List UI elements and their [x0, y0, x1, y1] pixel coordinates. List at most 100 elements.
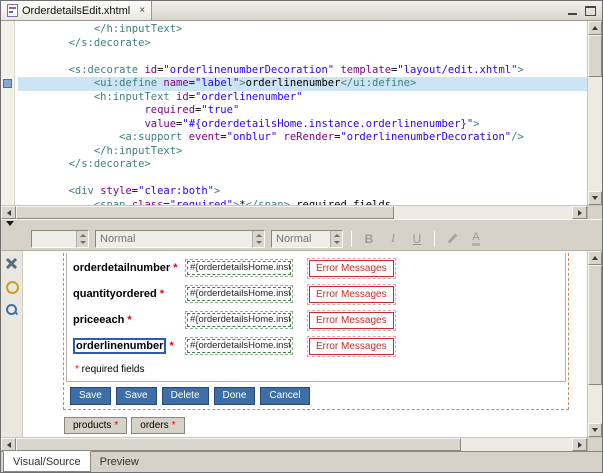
code-token: <div	[18, 185, 100, 197]
magnifier-icon[interactable]	[4, 302, 19, 317]
tab-preview[interactable]: Preview	[91, 452, 148, 472]
code-line[interactable]: </s:decorate>	[18, 37, 587, 51]
input-field[interactable]: #{orderdetailsHome.instan	[187, 339, 291, 353]
maximize-icon[interactable]	[584, 5, 597, 17]
combo-spinner-icon[interactable]	[252, 231, 264, 247]
visual-design-canvas[interactable]: orderdetailnumber *#{orderdetailsHome.in…	[23, 251, 587, 437]
code-token: id	[176, 91, 189, 103]
error-message-box[interactable]: Error Messages	[309, 286, 394, 303]
scroll-left-icon[interactable]	[1, 206, 16, 219]
source-editor-pane: </h:inputText> </s:decorate> <s:decorate…	[1, 21, 602, 205]
source-hscroll-thumb[interactable]	[16, 206, 394, 219]
combo-spinner-icon[interactable]	[76, 231, 88, 247]
code-line[interactable]: </h:inputText>	[18, 145, 587, 159]
visual-vscroll-thumb[interactable]	[588, 265, 602, 385]
input-field-outline[interactable]: #{orderdetailsHome.instan	[185, 311, 293, 329]
code-token: "true"	[201, 104, 239, 116]
toolbar-separator	[434, 231, 435, 247]
editor-window: OrderdetailsEdit.xhtml × </h:inputText> …	[0, 0, 603, 473]
font-combo-value: Normal	[96, 233, 252, 245]
font-color-icon[interactable]: A	[467, 231, 485, 247]
visual-vertical-scrollbar[interactable]	[587, 251, 602, 437]
visual-editor-pane: orderdetailnumber *#{orderdetailsHome.in…	[1, 251, 602, 437]
source-code-area[interactable]: </h:inputText> </s:decorate> <s:decorate…	[15, 21, 587, 205]
code-line[interactable]: </h:inputText>	[18, 23, 587, 37]
delete-button[interactable]: Delete	[162, 387, 209, 405]
scroll-right-icon[interactable]	[572, 438, 587, 451]
done-button[interactable]: Done	[214, 387, 256, 405]
scroll-right-icon[interactable]	[572, 206, 587, 219]
source-hscroll-track[interactable]	[16, 206, 572, 219]
input-field-outline[interactable]: #{orderdetailsHome.instan	[185, 337, 293, 355]
scroll-down-icon[interactable]	[588, 191, 602, 205]
block-format-combo[interactable]	[31, 230, 89, 248]
code-line[interactable]: <s:decorate id="orderlinenumberDecoratio…	[18, 64, 587, 78]
font-color-glyph: A	[472, 231, 479, 246]
input-field-outline[interactable]: #{orderdetailsHome.instan	[185, 259, 293, 277]
save-button[interactable]: Save	[70, 387, 111, 405]
visual-editor-side-toolbar	[1, 251, 23, 437]
field-label-text[interactable]: priceeach	[73, 314, 124, 326]
combo-spinner-icon[interactable]	[330, 231, 342, 247]
font-combo[interactable]: Normal	[95, 230, 265, 248]
form-tab-products[interactable]: products*	[64, 417, 127, 434]
collapse-pane-icon[interactable]	[6, 221, 14, 226]
bold-button[interactable]: B	[360, 232, 378, 246]
tools-icon[interactable]	[4, 256, 19, 271]
code-line[interactable]: </s:decorate>	[18, 158, 587, 172]
code-line[interactable]: <h:inputText id="orderlinenumber"	[18, 91, 587, 105]
code-line[interactable]: required="true"	[18, 104, 587, 118]
scroll-up-icon[interactable]	[588, 251, 602, 265]
visual-hscroll-thumb[interactable]	[16, 438, 461, 451]
error-message-outline[interactable]: Error Messages	[307, 284, 396, 305]
source-vscroll-track[interactable]	[588, 35, 602, 191]
code-token	[18, 104, 144, 116]
tab-visual-source[interactable]: Visual/Source	[3, 451, 91, 472]
source-vscroll-thumb[interactable]	[588, 35, 602, 77]
code-line[interactable]: value="#{orderdetailsHome.instance.order…	[18, 118, 587, 132]
brush-icon[interactable]	[4, 279, 19, 294]
font-size-combo[interactable]: Normal	[271, 230, 343, 248]
code-line[interactable]	[18, 172, 587, 186]
highlight-pen-icon[interactable]	[443, 231, 461, 247]
form-tab-orders[interactable]: orders*	[131, 417, 184, 434]
line-marker-icon[interactable]	[3, 79, 12, 88]
toolbar-separator	[351, 231, 352, 247]
form-tab-label: products	[73, 420, 111, 431]
error-message-box[interactable]: Error Messages	[309, 312, 394, 329]
code-token: <a:support	[18, 131, 189, 143]
visual-vscroll-track[interactable]	[588, 265, 602, 423]
field-label-text[interactable]: orderlinenumber	[73, 338, 166, 354]
scroll-left-icon[interactable]	[1, 438, 16, 451]
visual-horizontal-scrollbar[interactable]	[1, 437, 602, 451]
field-label-text[interactable]: quantityordered	[73, 288, 157, 300]
input-field[interactable]: #{orderdetailsHome.instan	[187, 261, 291, 275]
italic-button[interactable]: I	[384, 231, 402, 246]
input-field-outline[interactable]: #{orderdetailsHome.instan	[185, 285, 293, 303]
source-vertical-scrollbar[interactable]	[587, 21, 602, 205]
underline-button[interactable]: U	[408, 232, 426, 246]
close-tab-icon[interactable]: ×	[139, 6, 145, 16]
editor-tab[interactable]: OrderdetailsEdit.xhtml ×	[1, 1, 152, 20]
code-line[interactable]	[18, 50, 587, 64]
input-field[interactable]: #{orderdetailsHome.instan	[187, 313, 291, 327]
field-label-text[interactable]: orderdetailnumber	[73, 262, 170, 274]
code-line[interactable]: <ui:define name="label">orderlinenumber<…	[18, 77, 587, 91]
error-message-outline[interactable]: Error Messages	[307, 258, 396, 279]
code-line[interactable]: <div style="clear:both">	[18, 185, 587, 199]
error-message-outline[interactable]: Error Messages	[307, 310, 396, 331]
input-field[interactable]: #{orderdetailsHome.instan	[187, 287, 291, 301]
minimize-icon[interactable]	[566, 5, 579, 17]
error-message-box[interactable]: Error Messages	[309, 260, 394, 277]
split-sash[interactable]	[1, 219, 602, 227]
error-message-box[interactable]: Error Messages	[309, 338, 394, 355]
scroll-up-icon[interactable]	[588, 21, 602, 35]
save-button[interactable]: Save	[116, 387, 157, 405]
source-horizontal-scrollbar[interactable]	[1, 205, 602, 219]
visual-hscroll-track[interactable]	[16, 438, 572, 451]
scroll-down-icon[interactable]	[588, 423, 602, 437]
code-line[interactable]: <a:support event="onblur" reRender="orde…	[18, 131, 587, 145]
cancel-button[interactable]: Cancel	[260, 387, 309, 405]
error-message-outline[interactable]: Error Messages	[307, 336, 396, 357]
editor-tab-bar: OrderdetailsEdit.xhtml ×	[1, 1, 602, 21]
